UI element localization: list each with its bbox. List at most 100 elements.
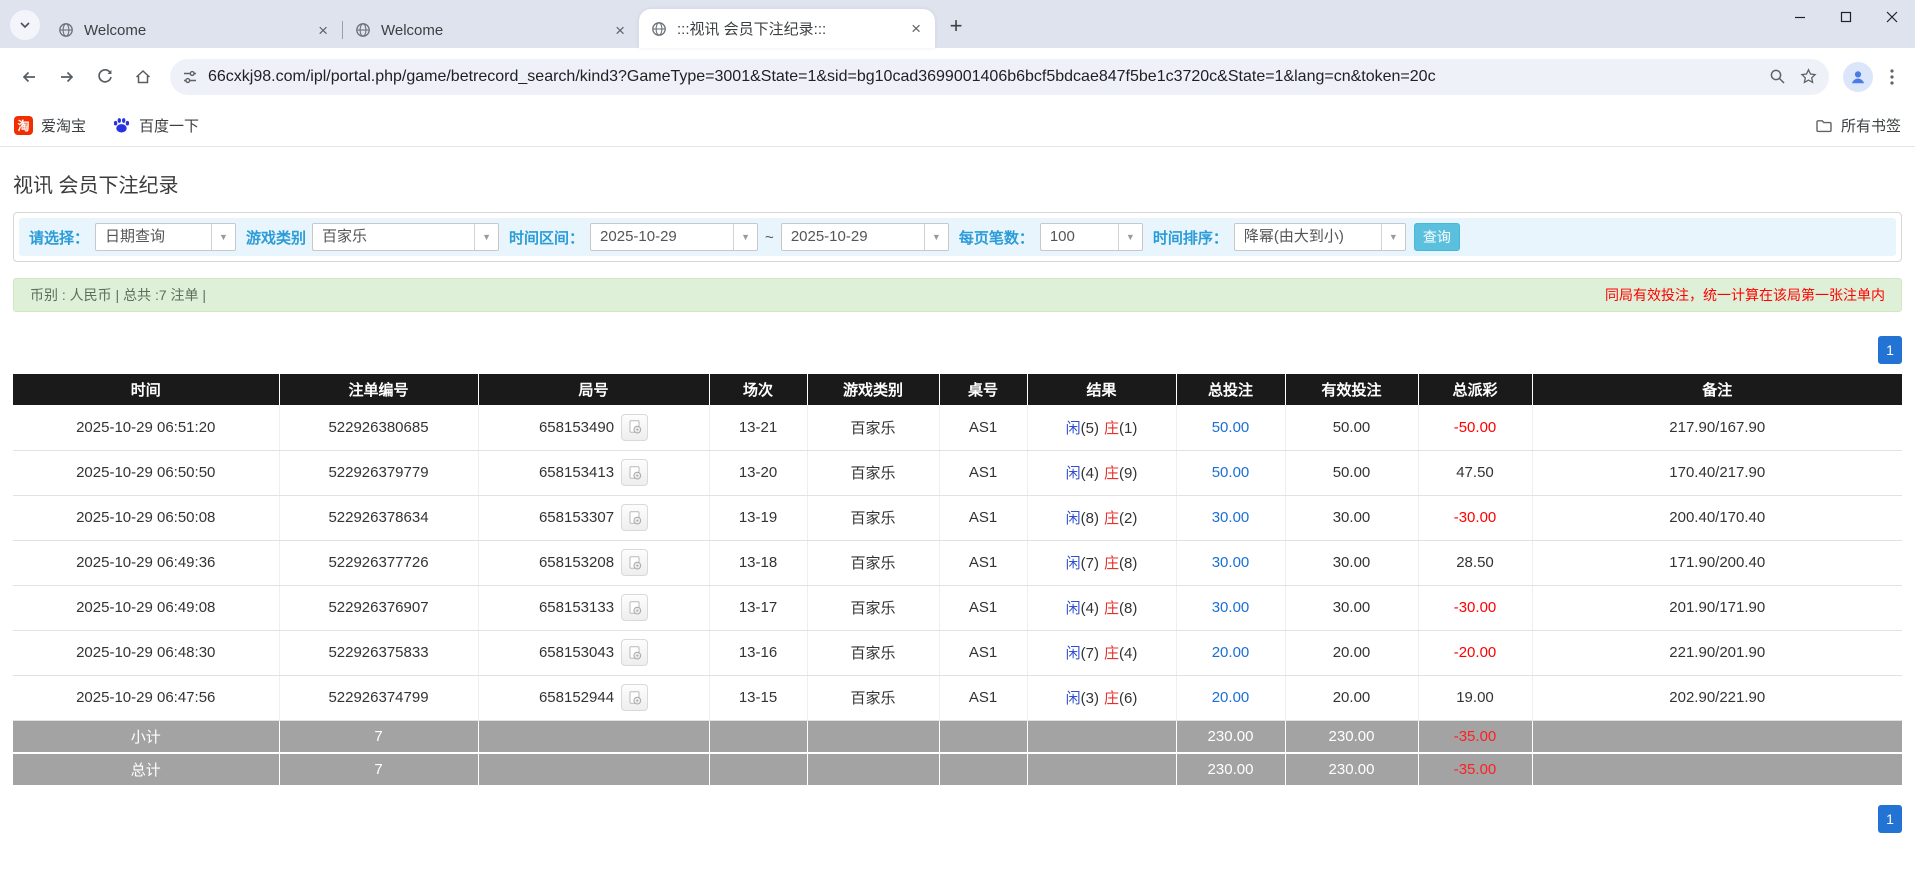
cell-total-bet: 20.00 xyxy=(1176,630,1286,676)
banker-result: 庄 xyxy=(1104,419,1120,437)
banker-result: 庄 xyxy=(1104,690,1120,707)
chevron-down-icon xyxy=(18,18,32,32)
page-size-select[interactable]: 100 ▼ xyxy=(1039,223,1143,251)
cell-time: 2025-10-29 06:49:08 xyxy=(13,585,280,631)
table-body: 2025-10-29 06:51:20 522926380685 6581534… xyxy=(13,405,1902,721)
cell-result: 闲(4) 庄(9) xyxy=(1027,450,1177,496)
total-total-bet: 230.00 xyxy=(1176,753,1286,787)
header-result: 结果 xyxy=(1027,374,1177,405)
video-replay-button[interactable] xyxy=(621,639,649,666)
video-replay-button[interactable] xyxy=(621,504,649,531)
table-row: 2025-10-29 06:47:56 522926374799 6581529… xyxy=(13,675,1902,721)
select-type-label: 请选择： xyxy=(29,229,90,247)
total-bet-link[interactable]: 30.00 xyxy=(1212,509,1250,526)
minimize-button[interactable] xyxy=(1777,0,1823,34)
video-replay-button[interactable] xyxy=(621,549,649,576)
player-result: 闲 xyxy=(1065,690,1081,707)
cell-game-type: 百家乐 xyxy=(807,540,940,586)
cell-valid-bet: 50.00 xyxy=(1285,450,1419,496)
tab-strip: Welcome × Welcome × :::视讯 会员下注纪录::: × + xyxy=(0,0,1915,48)
tab-close-icon[interactable]: × xyxy=(314,20,332,41)
menu-kebab-icon[interactable] xyxy=(1879,68,1905,85)
cell-payout: -50.00 xyxy=(1418,405,1533,451)
cell-round-id: 658153208 xyxy=(478,540,710,586)
profile-avatar[interactable] xyxy=(1843,61,1873,92)
zoom-icon[interactable] xyxy=(1769,68,1786,85)
game-type-select[interactable]: 百家乐 ▼ xyxy=(312,223,500,251)
tab-search-button[interactable] xyxy=(10,10,40,40)
date-from-value: 2025-10-29 xyxy=(600,228,677,245)
total-bet-link[interactable]: 50.00 xyxy=(1212,464,1250,481)
search-button[interactable]: 查询 xyxy=(1413,223,1460,251)
header-payout: 总派彩 xyxy=(1418,374,1533,405)
forward-button[interactable] xyxy=(48,58,86,96)
tab-close-icon[interactable]: × xyxy=(907,18,925,39)
query-type-select[interactable]: 日期查询 ▼ xyxy=(95,223,237,251)
bookmark-star-icon[interactable] xyxy=(1800,68,1817,85)
total-label: 总计 xyxy=(13,753,280,787)
address-bar[interactable]: 66cxkj98.com/ipl/portal.php/game/betreco… xyxy=(170,58,1829,95)
cell-round-id: 658152944 xyxy=(478,675,710,721)
close-window-button[interactable] xyxy=(1869,0,1915,34)
page-number-button[interactable]: 1 xyxy=(1878,336,1902,364)
cell-game-type: 百家乐 xyxy=(807,495,940,541)
total-bet-link[interactable]: 20.00 xyxy=(1212,689,1250,706)
subtotal-payout: -35.00 xyxy=(1418,720,1533,754)
bookmark-baidu[interactable]: 百度一下 xyxy=(112,115,199,136)
tab-bet-records-active[interactable]: :::视讯 会员下注纪录::: × xyxy=(639,9,935,48)
new-tab-button[interactable]: + xyxy=(941,11,971,41)
total-bet-link[interactable]: 30.00 xyxy=(1212,554,1250,571)
tab-title: :::视讯 会员下注纪录::: xyxy=(677,21,827,38)
player-result: 闲 xyxy=(1065,600,1081,617)
all-bookmarks-label: 所有书签 xyxy=(1840,118,1901,135)
cell-total-bet: 50.00 xyxy=(1176,450,1286,496)
video-replay-button[interactable] xyxy=(621,684,649,711)
page-number-button[interactable]: 1 xyxy=(1878,805,1902,833)
sort-select[interactable]: 降幂(由大到小) ▼ xyxy=(1233,223,1406,251)
tab-welcome-2[interactable]: Welcome × xyxy=(343,12,639,48)
banker-result: 庄 xyxy=(1104,600,1120,617)
total-bet-link[interactable]: 20.00 xyxy=(1212,644,1250,661)
total-bet-link[interactable]: 30.00 xyxy=(1212,599,1250,616)
table-row: 2025-10-29 06:50:50 522926379779 6581534… xyxy=(13,450,1902,496)
banker-count: (6) xyxy=(1119,690,1138,707)
date-from-select[interactable]: 2025-10-29 ▼ xyxy=(590,223,759,251)
home-button[interactable] xyxy=(124,58,162,96)
total-bet-link[interactable]: 50.00 xyxy=(1212,419,1250,436)
player-result: 闲 xyxy=(1065,510,1081,527)
bookmark-label: 百度一下 xyxy=(139,118,200,135)
reload-button[interactable] xyxy=(86,58,124,96)
maximize-button[interactable] xyxy=(1823,0,1869,34)
video-replay-button[interactable] xyxy=(621,459,649,486)
header-table-no: 桌号 xyxy=(939,374,1028,405)
cell-bet-id: 522926374799 xyxy=(279,675,479,721)
round-id-text: 658153133 xyxy=(538,599,615,616)
subtotal-label: 小计 xyxy=(13,720,280,754)
video-replay-button[interactable] xyxy=(621,413,649,441)
cell-table-no: AS1 xyxy=(939,630,1028,676)
url-text[interactable]: 66cxkj98.com/ipl/portal.php/game/betreco… xyxy=(208,68,1755,86)
date-to-select[interactable]: 2025-10-29 ▼ xyxy=(780,223,949,251)
all-bookmarks[interactable]: 所有书签 xyxy=(1815,115,1901,136)
globe-icon xyxy=(355,22,371,38)
cell-time: 2025-10-29 06:51:20 xyxy=(13,405,280,451)
tab-welcome-1[interactable]: Welcome × xyxy=(46,12,342,48)
header-bet-id: 注单编号 xyxy=(279,374,479,405)
cell-round-id: 658153043 xyxy=(478,630,710,676)
video-replay-button[interactable] xyxy=(621,594,649,621)
filter-panel: 请选择： 日期查询 ▼ 游戏类别 百家乐 ▼ 时间区间： 2025-10-29 … xyxy=(13,212,1902,262)
bookmark-taobao[interactable]: 淘 爱淘宝 xyxy=(14,115,86,136)
cell-bet-id: 522926376907 xyxy=(279,585,479,631)
cell-game-type: 百家乐 xyxy=(807,405,940,451)
site-info-icon[interactable] xyxy=(182,69,198,85)
back-button[interactable] xyxy=(10,58,48,96)
tab-close-icon[interactable]: × xyxy=(611,20,629,41)
cell-table-no: AS1 xyxy=(939,585,1028,631)
taobao-icon: 淘 xyxy=(14,116,33,135)
filter-strip: 请选择： 日期查询 ▼ 游戏类别 百家乐 ▼ 时间区间： 2025-10-29 … xyxy=(19,218,1896,256)
cell-total-bet: 30.00 xyxy=(1176,585,1286,631)
sort-value: 降幂(由大到小) xyxy=(1243,228,1344,245)
cell-note: 217.90/167.90 xyxy=(1532,405,1902,451)
cell-valid-bet: 20.00 xyxy=(1285,675,1419,721)
cell-session: 13-19 xyxy=(709,495,808,541)
